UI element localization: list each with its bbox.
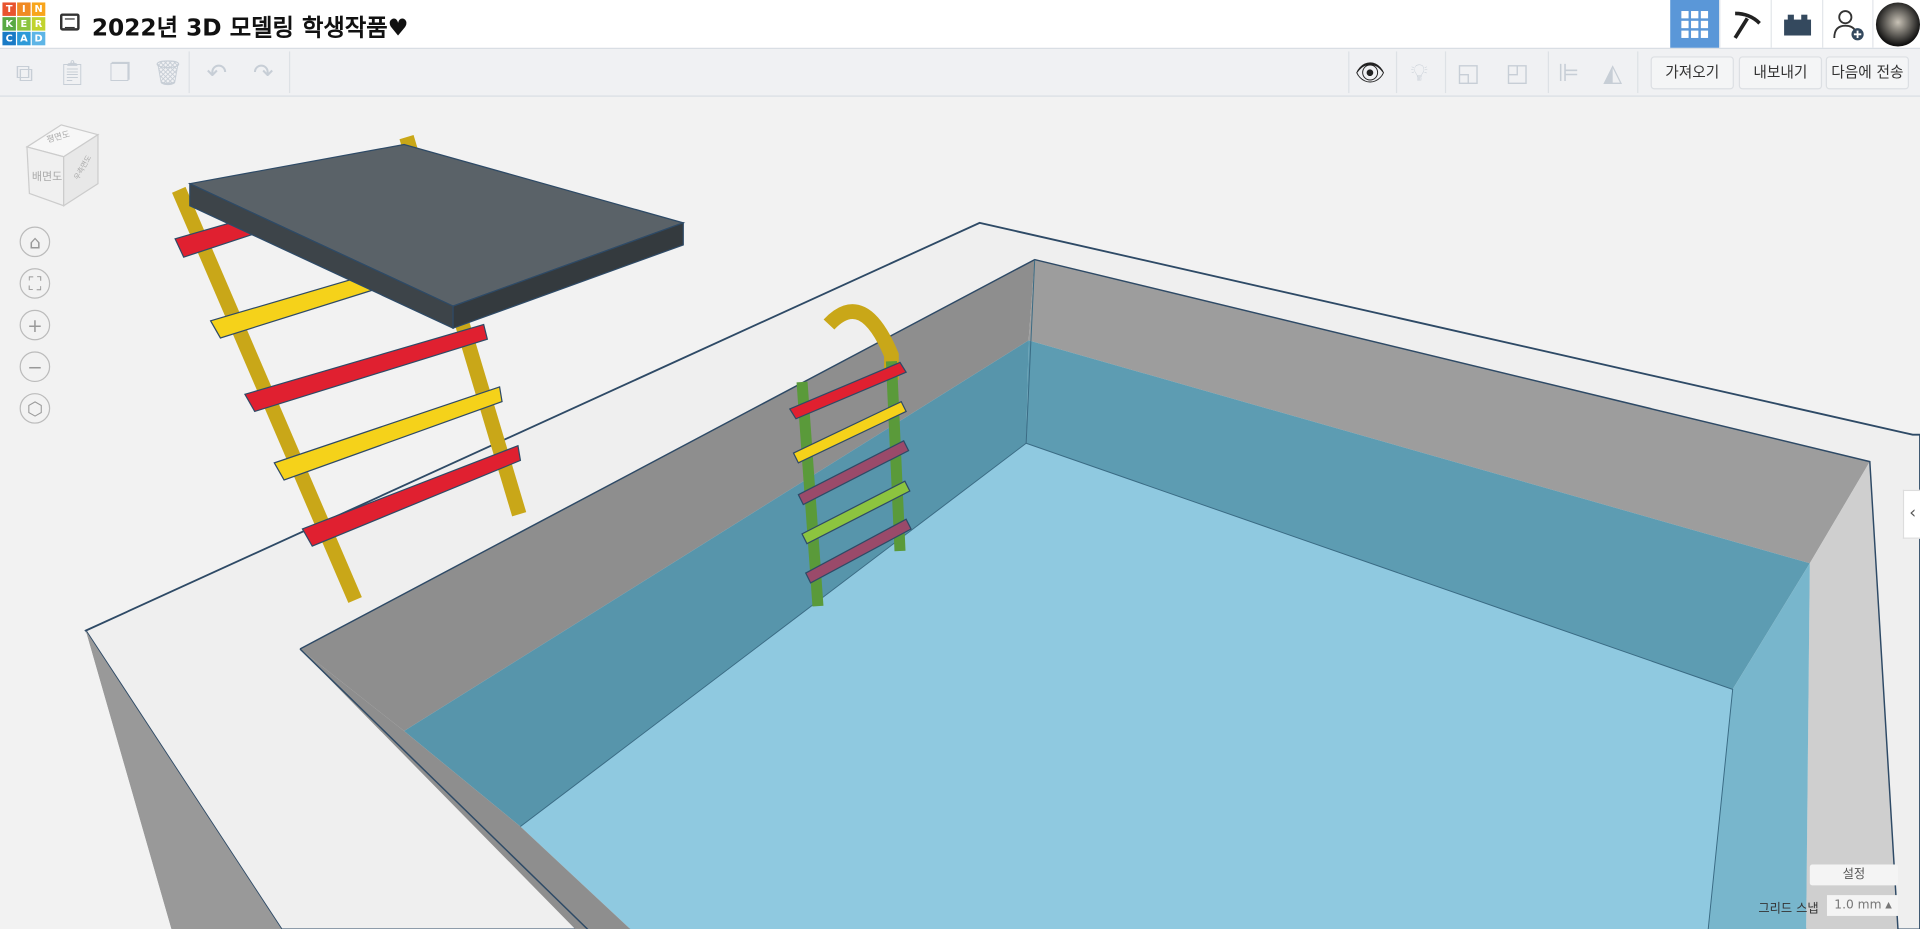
settings-button[interactable]: 설정: [1809, 864, 1898, 886]
toolbar: ⧉ 📋︎ ❐ 🗑︎ ↶ ↷ 👁︎ 💡︎ ◱ ◰ ⊫ ◭ 가져오기 내보내기 다음…: [0, 48, 1920, 97]
duplicate-button[interactable]: ❐: [104, 56, 136, 88]
group-button[interactable]: ◱: [1452, 56, 1484, 88]
logo-letter: N: [31, 2, 46, 16]
import-button[interactable]: 가져오기: [1650, 56, 1734, 90]
undo-icon: ↶: [206, 57, 227, 87]
minecraft-button[interactable]: [1719, 0, 1772, 48]
redo-button[interactable]: ↷: [247, 56, 279, 88]
logo-letter: C: [2, 31, 16, 46]
caret-up-icon: ▲: [1885, 900, 1892, 910]
lego-button[interactable]: [1770, 0, 1824, 48]
align-button[interactable]: ⊫: [1553, 56, 1585, 88]
grid-view-icon: [1681, 10, 1709, 38]
collapse-panel-button[interactable]: ‹: [1902, 489, 1920, 539]
undo-button[interactable]: ↶: [201, 56, 233, 88]
home-icon: ⌂: [29, 231, 41, 254]
home-view-button[interactable]: ⌂: [19, 226, 51, 258]
brick-icon: [1784, 14, 1812, 35]
logo-letter: T: [2, 2, 16, 16]
logo-letter: D: [31, 31, 46, 46]
zoom-out-button[interactable]: −: [19, 351, 51, 383]
paste-button[interactable]: 📋︎: [56, 56, 88, 88]
grid-snap-value: 1.0 mm: [1834, 898, 1882, 913]
logo-letter: K: [2, 17, 16, 31]
workplane-3d-view[interactable]: [0, 96, 1920, 929]
fit-icon: ⛶: [28, 273, 42, 296]
grid-snap-select[interactable]: 1.0 mm ▲: [1826, 895, 1898, 916]
logo-letter: R: [31, 17, 46, 31]
send-to-button[interactable]: 다음에 전송: [1825, 56, 1909, 90]
light-button[interactable]: 💡︎: [1403, 56, 1435, 88]
export-button[interactable]: 내보내기: [1738, 56, 1823, 90]
delete-icon: 🗑︎: [152, 57, 184, 87]
ungroup-button[interactable]: ◰: [1501, 56, 1533, 88]
fit-view-button[interactable]: ⛶: [19, 268, 51, 299]
view-cube[interactable]: 평면도 배면도 우측면도: [24, 122, 100, 208]
copy-button[interactable]: ⧉: [9, 56, 41, 88]
shape-group-icon: ◱: [1456, 57, 1480, 87]
logo-letter: A: [17, 31, 31, 46]
paste-icon: 📋︎: [56, 57, 88, 87]
zoom-in-button[interactable]: +: [19, 309, 51, 341]
mirror-button[interactable]: ◭: [1597, 56, 1629, 88]
light-icon: 💡︎: [1410, 57, 1428, 87]
delete-button[interactable]: 🗑︎: [152, 56, 184, 88]
logo-letter: I: [17, 2, 31, 16]
copy-icon: ⧉: [15, 57, 34, 87]
grid-view-button[interactable]: [1670, 0, 1720, 48]
logo-letter: E: [17, 17, 31, 31]
invite-user-button[interactable]: [1822, 0, 1875, 48]
notes-icon: 👁︎: [1354, 57, 1386, 87]
pickaxe-icon: [1733, 11, 1761, 39]
zoom-in-icon: +: [27, 314, 43, 337]
design-title[interactable]: 2022년 3D 모델링 학생작품♥: [92, 10, 409, 43]
top-bar: TIN KER CAD 2022년 3D 모델링 학생작품♥: [0, 0, 1920, 49]
list-icon[interactable]: [60, 13, 80, 31]
chevron-left-icon: ‹: [1909, 503, 1917, 523]
grid-snap-label: 그리드 스냅: [1758, 902, 1819, 916]
zoom-out-icon: −: [27, 356, 43, 379]
mirror-icon: ◭: [1603, 57, 1623, 87]
perspective-icon: ⬡: [26, 397, 43, 421]
notes-button[interactable]: 👁︎: [1354, 56, 1386, 88]
duplicate-icon: ❐: [109, 57, 131, 87]
tinkercad-logo[interactable]: TIN KER CAD: [2, 2, 46, 46]
perspective-button[interactable]: ⬡: [19, 393, 51, 424]
align-icon: ⊫: [1557, 57, 1580, 87]
add-user-icon: [1833, 9, 1864, 40]
shape-ungroup-icon: ◰: [1505, 57, 1529, 87]
redo-icon: ↷: [252, 57, 274, 87]
viewcube-front[interactable]: 배면도: [32, 168, 62, 183]
avatar[interactable]: [1872, 0, 1920, 48]
